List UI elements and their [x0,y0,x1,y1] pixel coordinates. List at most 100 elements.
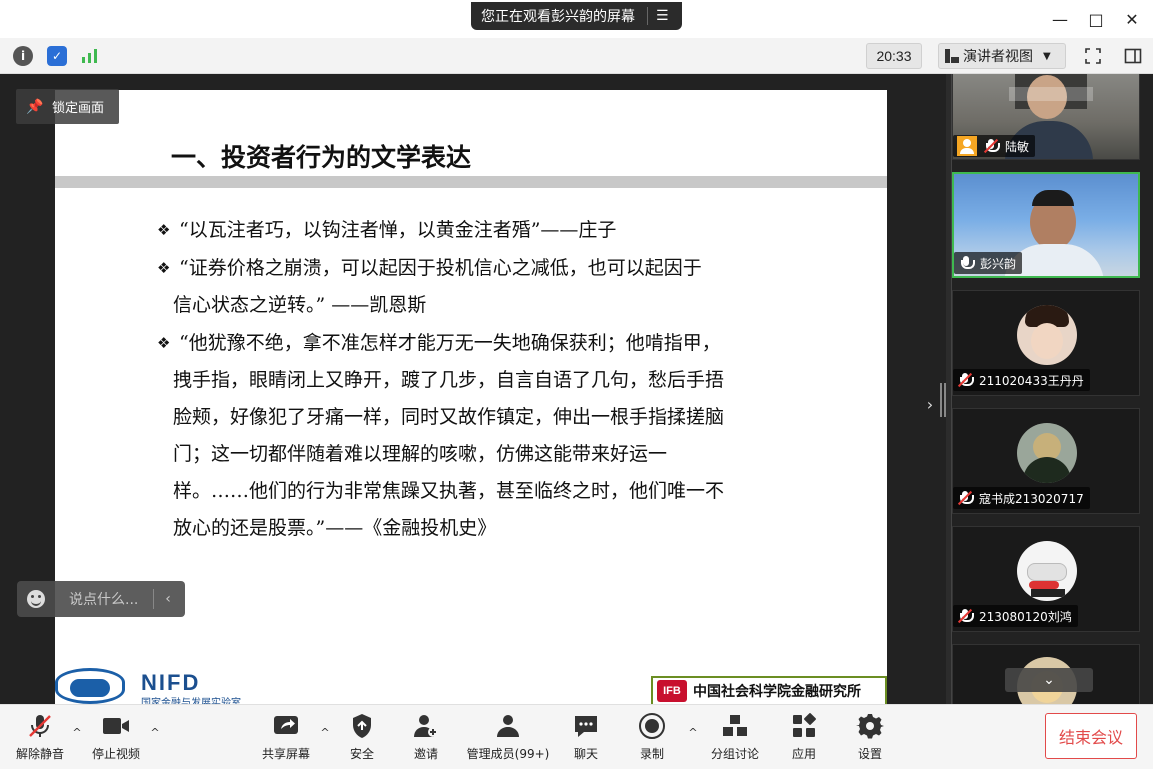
shield-icon [347,711,377,741]
ifb-banner: IFB 中国社会科学院金融研究所 [651,676,887,704]
chat-button[interactable]: 聊天 [558,711,614,765]
view-mode-label: 演讲者视图 [963,49,1033,65]
video-options-caret[interactable]: ^ [148,725,162,739]
title-bar: 您正在观看彭兴韵的屏幕 ☰ — □ ✕ [0,0,1153,38]
pin-screen-button[interactable]: 📌 锁定画面 [16,89,119,124]
participant-avatar [1017,305,1077,365]
panel-scroll-down-button[interactable]: ⌄ [1005,668,1093,692]
pin-screen-label: 锁定画面 [52,101,105,116]
bullet-line: “他犹豫不绝，拿不准怎样才能万无一失地确保获利；他啃指甲， [179,332,721,354]
bullet-line: “以瓦注者巧，以钩注者惮，以黄金注者殙”——庄子 [179,219,617,241]
end-meeting-button[interactable]: 结束会议 [1045,713,1137,759]
record-icon [637,711,667,741]
bullet-mark: ❖ [157,259,171,277]
unmute-button[interactable]: 解除静音 [12,711,68,765]
emoji-icon[interactable] [17,590,55,608]
add-user-icon [411,711,441,741]
bullet-mark: ❖ [157,334,171,352]
mic-muted-icon [25,711,55,741]
participant-tile[interactable]: 213080120刘鸿 [952,526,1140,632]
record-label: 录制 [639,747,664,761]
quick-chat-bar[interactable]: 说点什么... ‹ [17,581,185,617]
mic-muted-icon [957,608,974,624]
participant-name: 寇书成213020717 [979,491,1084,506]
slide-title: 一、投资者行为的文学表达 [171,143,472,172]
slide-bullet: ❖ “以瓦注者巧，以钩注者惮，以黄金注者殙”——庄子 [157,212,799,249]
shield-icon[interactable]: ✓ [47,46,67,66]
screen-share-banner[interactable]: 您正在观看彭兴韵的屏幕 ☰ [471,2,682,30]
share-banner-text: 您正在观看彭兴韵的屏幕 [481,9,635,25]
participant-tile[interactable]: 寇书成213020717 [952,408,1140,514]
menu-icon[interactable]: ☰ [656,8,669,24]
participant-tile[interactable]: 211020433王丹丹 [952,290,1140,396]
manage-members-button[interactable]: 管理成员(99+) [460,711,556,765]
banner-divider [647,7,648,25]
chevron-right-icon[interactable]: › [923,394,937,414]
participant-video-panel: 陆敏 彭兴韵 211020433王丹丹 寇书成213020717 2130801… [946,74,1153,704]
breakout-rooms-button[interactable]: 分组讨论 [706,711,764,765]
minimize-button[interactable]: — [1046,6,1074,32]
meeting-toolbar: 解除静音 ^ 停止视频 ^ 共享屏幕 ^ 安全 邀请 管理成员(99+) 聊天 … [0,704,1153,769]
participant-tile-active-speaker[interactable]: 彭兴韵 [952,172,1140,278]
close-button[interactable]: ✕ [1118,6,1146,32]
security-label: 安全 [349,747,374,761]
bullet-line: 放心的还是股票。”——《金融投机史》 [173,517,497,539]
chevron-left-icon[interactable]: ‹ [154,591,182,607]
fullscreen-glyph [1085,48,1101,64]
record-button[interactable]: 录制 [624,711,680,765]
stop-video-button[interactable]: 停止视频 [88,711,144,765]
apps-button[interactable]: 应用 [776,711,832,765]
participant-name: 陆敏 [1005,139,1030,154]
pin-icon: 📌 [26,98,44,115]
chat-bubble-icon [571,711,601,741]
mic-muted-icon [957,372,974,388]
settings-label: 设置 [857,747,882,761]
host-icon [957,136,977,156]
nifd-logo: NIFD [141,670,201,695]
meeting-clock: 20:33 [866,43,922,69]
stop-video-label: 停止视频 [91,747,140,761]
maximize-button[interactable]: □ [1082,6,1110,32]
share-screen-button[interactable]: 共享屏幕 [258,711,314,765]
participant-avatar [1017,423,1077,483]
invite-label: 邀请 [413,747,438,761]
unmute-label: 解除静音 [15,747,64,761]
participant-label: 彭兴韵 [954,252,1023,274]
bullet-line: 脸颊，好像犯了牙痛一样，同时又故作镇定，伸出一根手指揉搓脑 [173,406,725,428]
bullet-line: 信心状态之逆转。” ——凯恩斯 [173,294,427,316]
chat-input-placeholder[interactable]: 说点什么... [55,589,153,609]
participant-label: 211020433王丹丹 [953,369,1090,391]
invite-button[interactable]: 邀请 [398,711,454,765]
manage-members-label: 管理成员(99+) [466,747,550,761]
breakout-rooms-label: 分组讨论 [710,747,759,761]
chevron-down-icon: ⌄ [1043,672,1055,688]
record-options-caret[interactable]: ^ [686,725,700,739]
participant-tile[interactable]: 陆敏 [952,74,1140,160]
share-options-caret[interactable]: ^ [318,725,332,739]
gear-icon [855,711,885,741]
bullet-line: 样。……他们的行为非常焦躁又执著，甚至临终之时，他们唯一不 [173,480,725,502]
security-button[interactable]: 安全 [334,711,390,765]
meeting-window: 您正在观看彭兴韵的屏幕 ☰ — □ ✕ i ✓ 20:33 演讲者视图 ▼ 一、… [0,0,1153,769]
side-panel-toggle-icon[interactable] [1120,44,1146,68]
participant-label: 寇书成213020717 [953,487,1090,509]
fullscreen-icon[interactable] [1080,44,1106,68]
participant-name: 211020433王丹丹 [979,373,1084,388]
chat-label: 聊天 [573,747,598,761]
mic-icon [958,255,975,271]
audio-options-caret[interactable]: ^ [70,725,84,739]
members-icon [493,711,523,741]
signal-bars-icon [82,49,97,63]
slide-bullet-list: ❖ “以瓦注者巧，以钩注者惮，以黄金注者殙”——庄子 ❖ “证券价格之崩溃，可以… [157,212,799,548]
view-mode-select[interactable]: 演讲者视图 ▼ [938,43,1066,69]
settings-button[interactable]: 设置 [842,711,898,765]
participant-label: 213080120刘鸿 [953,605,1078,627]
participant-label: 陆敏 [953,135,1036,157]
slide-bullet: ❖ “证券价格之崩溃，可以起因于投机信心之减低，也可以起因于 信心状态之逆转。”… [157,250,799,324]
info-icon[interactable]: i [13,46,33,66]
signal-icon[interactable] [80,46,100,66]
mic-muted-icon [957,490,974,506]
nifd-subtitle: 国家金融与发展实验室 [141,698,241,704]
ifb-name: 中国社会科学院金融研究所 [693,684,861,700]
shared-screen-area: 一、投资者行为的文学表达 ❖ “以瓦注者巧，以钩注者惮，以黄金注者殙”——庄子 … [0,74,946,704]
